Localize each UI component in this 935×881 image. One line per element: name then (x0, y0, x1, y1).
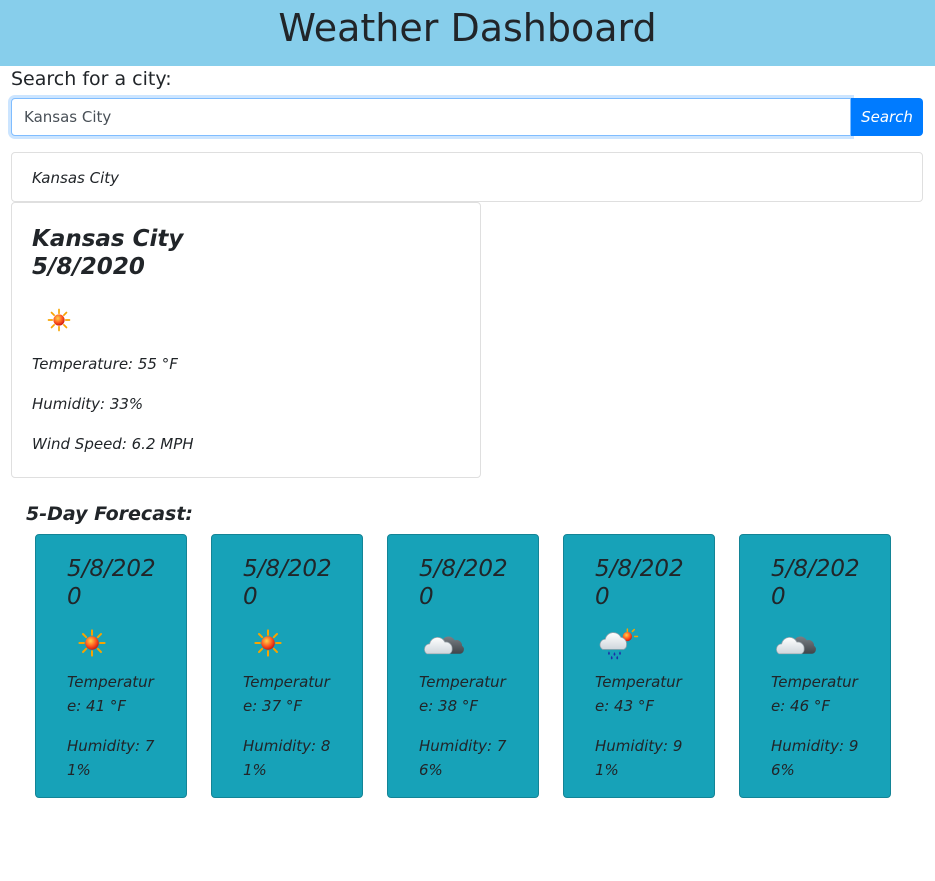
sun-icon (74, 625, 110, 661)
forecast-temperature: Temperature: 43 °F (595, 673, 682, 715)
search-history-list: Kansas City (11, 152, 923, 202)
forecast-card: 5/8/2020 Temperature: 41 °F Humidity: 71… (35, 534, 187, 798)
forecast-date: 5/8/2020 (67, 556, 156, 610)
current-city: Kansas City (32, 226, 184, 252)
current-wind-speed: Wind Speed: 6.2 MPH (32, 435, 194, 453)
broken-clouds-icon (421, 625, 467, 661)
forecast-humidity: Humidity: 71% (67, 737, 155, 779)
current-weather-card: Kansas City 5/8/2020 Temperature: 55 °F … (11, 202, 481, 478)
forecast-card: 5/8/2020 Temperature: 46 °F Humidity: 96… (739, 534, 891, 798)
forecast-humidity: Humidity: 76% (419, 737, 507, 779)
forecast-temperature: Temperature: 37 °F (243, 673, 330, 715)
search-label: Search for a city: (11, 68, 172, 90)
broken-clouds-icon (773, 625, 819, 661)
forecast-humidity: Humidity: 96% (771, 737, 859, 779)
forecast-humidity: Humidity: 81% (243, 737, 331, 779)
forecast-date: 5/8/2020 (419, 556, 508, 610)
history-item-kansas-city[interactable]: Kansas City (32, 153, 119, 203)
forecast-temperature: Temperature: 41 °F (67, 673, 154, 715)
current-temperature: Temperature: 55 °F (32, 355, 178, 373)
current-date: 5/8/2020 (32, 254, 145, 280)
forecast-date: 5/8/2020 (595, 556, 684, 610)
forecast-date: 5/8/2020 (243, 556, 332, 610)
forecast-humidity: Humidity: 91% (595, 737, 683, 779)
page-title: Weather Dashboard (278, 6, 657, 50)
forecast-temperature: Temperature: 46 °F (771, 673, 858, 715)
forecast-card: 5/8/2020 Temperature: 43 °F Humidity: 91… (563, 534, 715, 798)
sun-icon (44, 305, 74, 335)
forecast-temperature: Temperature: 38 °F (419, 673, 506, 715)
forecast-title: 5-Day Forecast: (26, 503, 194, 525)
forecast-card: 5/8/2020 Temperature: 38 °F Humidity: 76… (387, 534, 539, 798)
rain-sun-icon (597, 623, 643, 661)
app-header: Weather Dashboard (0, 0, 935, 66)
current-weather-title: Kansas City 5/8/2020 (32, 225, 183, 281)
search-input[interactable] (11, 98, 851, 136)
forecast-date: 5/8/2020 (771, 556, 860, 610)
sun-icon (250, 625, 286, 661)
current-humidity: Humidity: 33% (32, 395, 144, 413)
forecast-card: 5/8/2020 Temperature: 37 °F Humidity: 81… (211, 534, 363, 798)
search-button[interactable]: Search (851, 98, 923, 136)
